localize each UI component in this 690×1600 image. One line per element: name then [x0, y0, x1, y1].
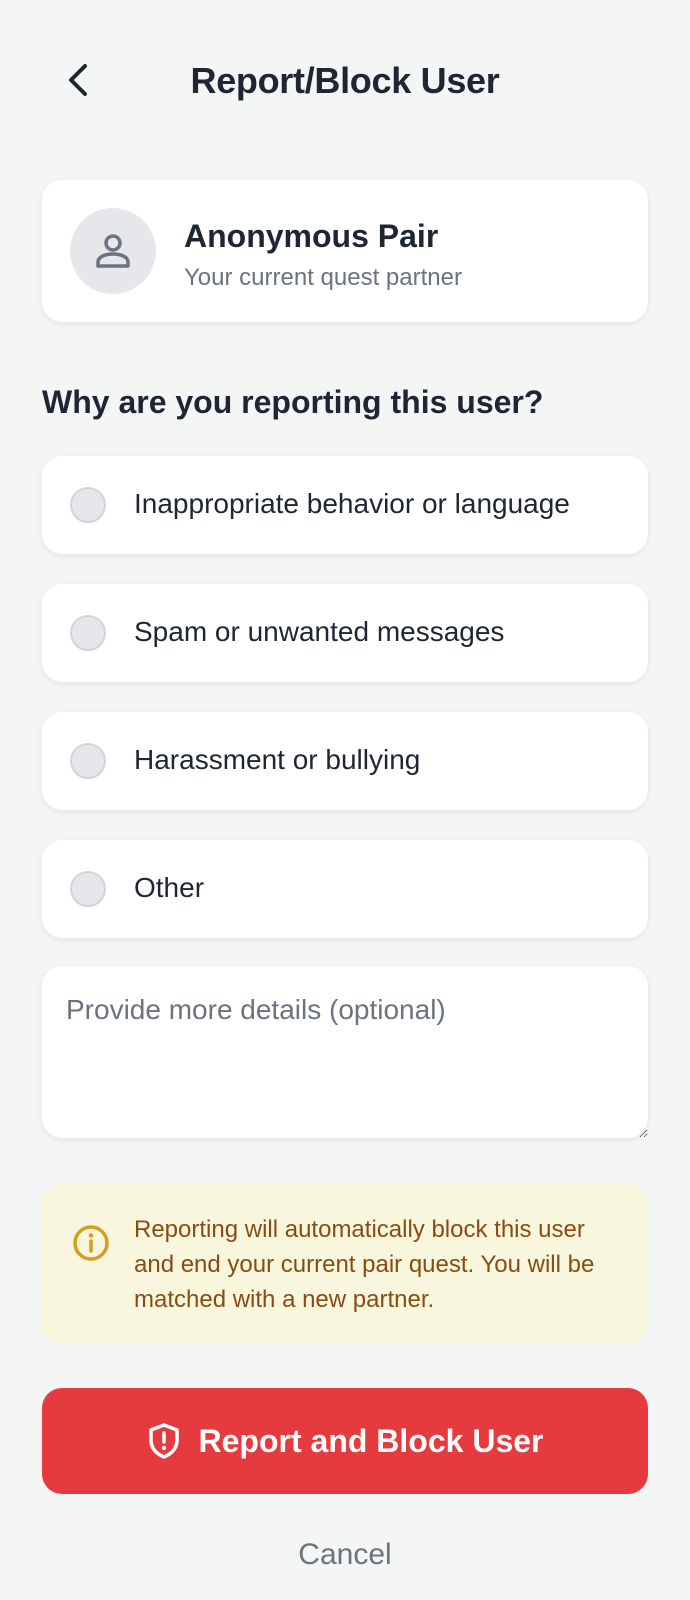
- option-inappropriate[interactable]: Inappropriate behavior or language: [42, 456, 648, 554]
- cancel-button[interactable]: Cancel: [0, 1538, 690, 1572]
- reason-question: Why are you reporting this user?: [42, 384, 544, 420]
- header: Report/Block User: [0, 40, 690, 120]
- avatar: [70, 208, 156, 294]
- report-and-block-button[interactable]: Report and Block User: [42, 1388, 648, 1494]
- option-label: Inappropriate behavior or language: [134, 488, 570, 519]
- details-textarea[interactable]: [42, 966, 648, 1138]
- option-label: Harassment or bullying: [134, 744, 421, 775]
- option-label: Spam or unwanted messages: [134, 616, 505, 647]
- radio-button[interactable]: [70, 487, 106, 523]
- radio-button[interactable]: [70, 615, 106, 651]
- radio-button[interactable]: [70, 743, 106, 779]
- shield-alert-icon: [148, 1423, 179, 1459]
- option-spam[interactable]: Spam or unwanted messages: [42, 584, 648, 682]
- page-title: Report/Block User: [190, 60, 500, 101]
- info-icon: [73, 1225, 109, 1261]
- option-harassment[interactable]: Harassment or bullying: [42, 712, 648, 810]
- radio-button[interactable]: [70, 871, 106, 907]
- notice-text: Reporting will automatically block this …: [134, 1216, 595, 1313]
- user-name: Anonymous Pair: [184, 218, 439, 254]
- option-label: Other: [134, 872, 205, 903]
- warning-notice: Reporting will automatically block this …: [42, 1184, 648, 1344]
- user-subtitle: Your current quest partner: [184, 264, 462, 291]
- report-block-screen: Report/Block User Anonymous Pair Your cu…: [0, 0, 690, 1600]
- option-other[interactable]: Other: [42, 840, 648, 938]
- person-icon: [96, 234, 130, 268]
- user-card: Anonymous Pair Your current quest partne…: [42, 180, 648, 322]
- report-button-label: Report and Block User: [198, 1422, 544, 1459]
